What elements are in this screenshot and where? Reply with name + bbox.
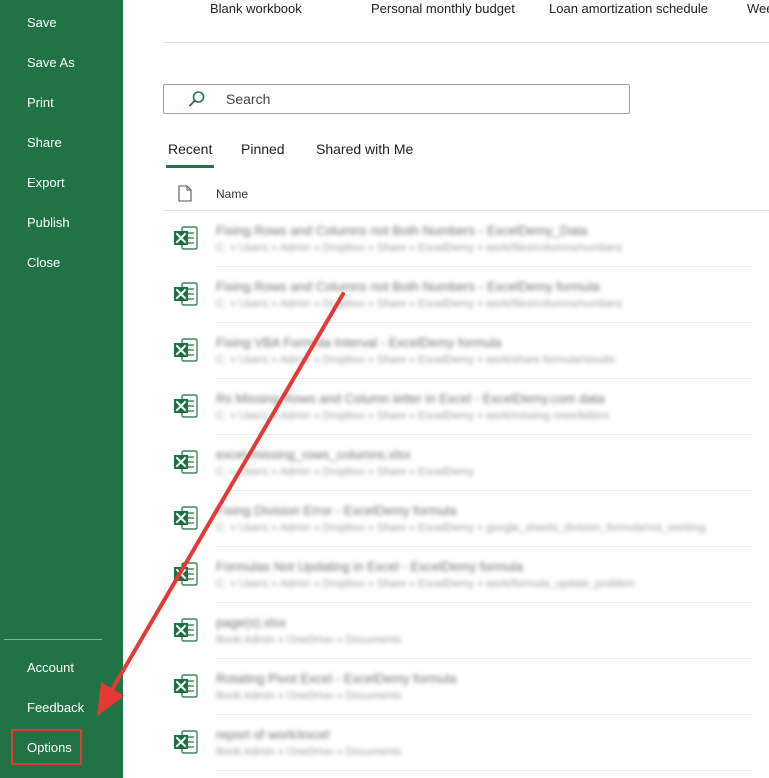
tab-shared-with-me[interactable]: Shared with Me [316, 141, 413, 157]
excel-file-icon [173, 393, 199, 424]
file-name: report of work/excel [216, 727, 330, 742]
excel-file-icon [173, 281, 199, 312]
file-path: C: » Users » Admin » Dropbox » Share » E… [216, 410, 610, 422]
template-weekly-partial[interactable]: Wee [747, 1, 769, 16]
excel-file-icon [173, 561, 199, 592]
file-path: C: » Users » Admin » Dropbox » Share » E… [216, 354, 616, 366]
sidebar-item-save[interactable]: Save [27, 15, 57, 31]
file-path: Book Admin » OneDrive » Documents [216, 634, 402, 646]
file-list-item[interactable]: page(s).xlsx Book Admin » OneDrive » Doc… [163, 603, 769, 659]
tab-recent[interactable]: Recent [168, 141, 212, 157]
file-list-item[interactable]: Fixing Rows and Columns not Both Numbers… [163, 267, 769, 323]
templates-divider [163, 42, 769, 43]
excel-file-icon [173, 449, 199, 480]
file-name: Rs Missing Rows and Column letter in Exc… [216, 391, 605, 406]
sidebar-item-publish[interactable]: Publish [27, 215, 70, 231]
file-name: Fixing VBA Formula Interval - ExcelDemy … [216, 335, 502, 350]
file-name: Rotating Pivot Excel - ExcelDemy formula [216, 671, 457, 686]
sidebar-item-feedback[interactable]: Feedback [27, 700, 84, 716]
file-path: Book Admin » OneDrive » Documents [216, 690, 402, 702]
file-path: C: » Users » Admin » Dropbox » Share » E… [216, 522, 706, 534]
file-list-item[interactable]: excel-missing_rows_columns.xlsx C: » Use… [163, 435, 769, 491]
active-tab-indicator [166, 165, 214, 168]
row-divider [216, 770, 752, 771]
excel-file-icon [173, 337, 199, 368]
sidebar-item-export[interactable]: Export [27, 175, 65, 191]
file-list-item[interactable]: Rotating Pivot Excel - ExcelDemy formula… [163, 659, 769, 715]
backstage-sidebar: Save Save As Print Share Export Publish … [0, 0, 123, 778]
search-icon [188, 90, 206, 113]
sidebar-item-save-as[interactable]: Save As [27, 55, 75, 71]
excel-file-icon [173, 617, 199, 648]
file-list-item[interactable]: Fixing VBA Formula Interval - ExcelDemy … [163, 323, 769, 379]
excel-file-icon [173, 729, 199, 760]
sidebar-divider [4, 639, 102, 640]
file-list-item[interactable]: Fixing Rows and Columns not Both Numbers… [163, 211, 769, 267]
file-path: C: » Users » Admin » Dropbox » Share » E… [216, 298, 622, 310]
template-blank-workbook[interactable]: Blank workbook [210, 1, 302, 16]
file-list-item[interactable]: Fixing Division Error - ExcelDemy formul… [163, 491, 769, 547]
file-path: C: » Users » Admin » Dropbox » Share » E… [216, 466, 475, 478]
file-type-header-icon [178, 185, 192, 207]
file-list-item[interactable]: report of work/excel Book Admin » OneDri… [163, 715, 769, 771]
template-loan-amortization-schedule[interactable]: Loan amortization schedule [549, 1, 708, 16]
file-path: Book Admin » OneDrive » Documents [216, 746, 402, 758]
file-name: page(s).xlsx [216, 615, 287, 630]
sidebar-item-close[interactable]: Close [27, 255, 60, 271]
file-name: Formulas Not Updating in Excel - ExcelDe… [216, 559, 524, 574]
sidebar-item-share[interactable]: Share [27, 135, 62, 151]
file-name: Fixing Rows and Columns not Both Numbers… [216, 279, 600, 294]
file-name: Fixing Division Error - ExcelDemy formul… [216, 503, 457, 518]
search-box[interactable] [163, 84, 630, 114]
file-list-item[interactable]: Rs Missing Rows and Column letter in Exc… [163, 379, 769, 435]
template-personal-monthly-budget[interactable]: Personal monthly budget [371, 1, 515, 16]
file-name: excel-missing_rows_columns.xlsx [216, 447, 412, 462]
file-name: Fixing Rows and Columns not Both Numbers… [216, 223, 588, 238]
file-list-item[interactable]: Formulas Not Updating in Excel - ExcelDe… [163, 547, 769, 603]
excel-file-icon [173, 225, 199, 256]
column-header-name[interactable]: Name [216, 187, 248, 201]
excel-file-icon [173, 505, 199, 536]
file-path: C: » Users » Admin » Dropbox » Share » E… [216, 242, 622, 254]
sidebar-item-account[interactable]: Account [27, 660, 74, 676]
file-path: C: » Users » Admin » Dropbox » Share » E… [216, 578, 635, 590]
tab-pinned[interactable]: Pinned [241, 141, 285, 157]
search-input[interactable] [226, 85, 606, 113]
sidebar-item-print[interactable]: Print [27, 95, 54, 111]
excel-file-icon [173, 673, 199, 704]
options-highlight-box [11, 729, 82, 765]
